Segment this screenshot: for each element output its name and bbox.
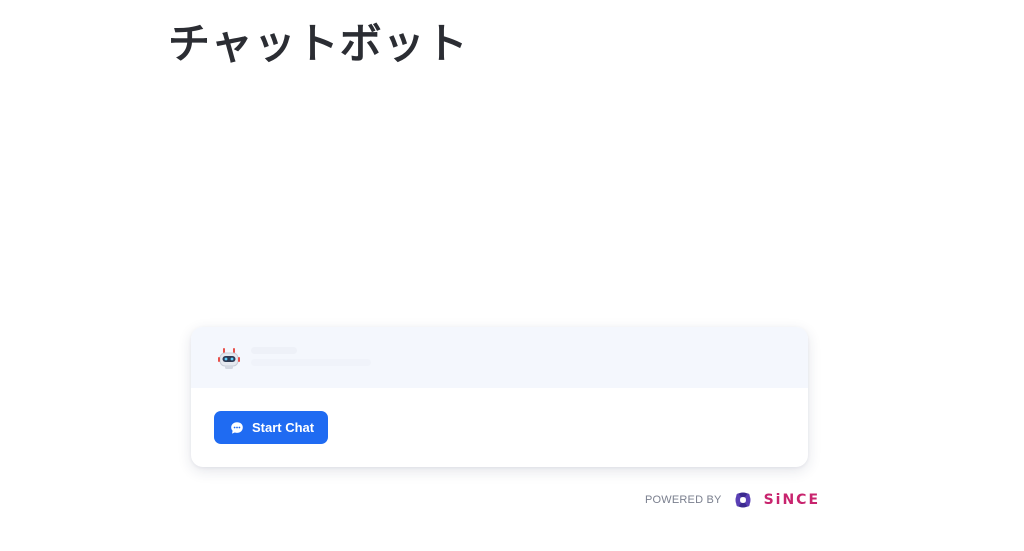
chat-widget-header [191, 327, 808, 388]
brand-name: SiNCE [763, 492, 821, 508]
header-placeholder-line [251, 359, 371, 366]
page-title: チャットボット [168, 19, 469, 68]
start-chat-button[interactable]: Start Chat [214, 411, 329, 444]
header-placeholder-line [251, 347, 297, 354]
since-logo-icon [732, 489, 754, 511]
chatbot-widget: Start Chat [191, 327, 808, 467]
page: チャットボット Start Chat POWERED BY SiNCE [0, 0, 1024, 551]
robot-icon [216, 346, 242, 372]
start-chat-label: Start Chat [252, 420, 315, 435]
chat-bubble-icon [230, 421, 244, 435]
powered-by-footer[interactable]: POWERED BY SiNCE [645, 488, 820, 512]
powered-by-label: POWERED BY [645, 494, 722, 506]
